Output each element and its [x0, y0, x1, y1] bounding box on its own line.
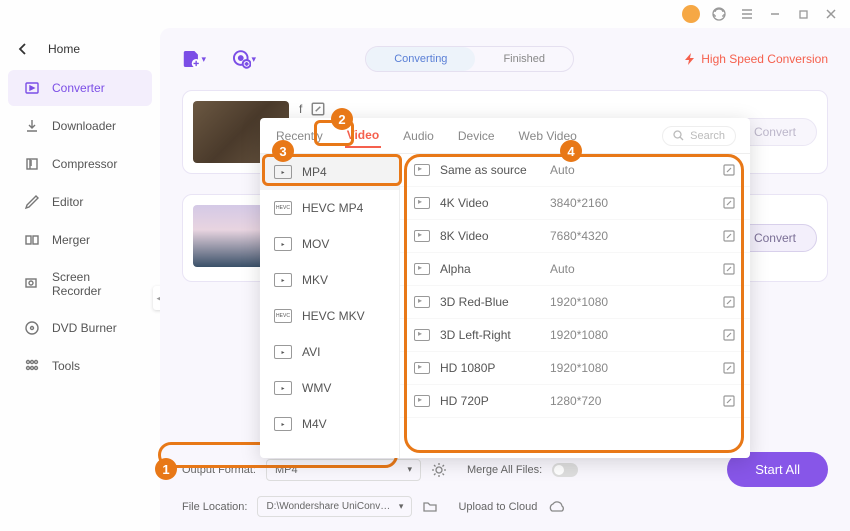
sidebar-item-compressor[interactable]: Compressor — [8, 146, 152, 182]
format-icon: ▸ — [274, 273, 292, 287]
preset-row[interactable]: 3D Left-Right1920*1080 — [400, 319, 750, 352]
format-hevc-mp4[interactable]: HEVCHEVC MP4 — [260, 190, 399, 226]
format-popup: Recently Video Audio Device Web Video Se… — [260, 118, 750, 458]
sidebar-item-screen-recorder[interactable]: Screen Recorder — [8, 260, 152, 308]
format-icon: ▸ — [274, 237, 292, 251]
popup-tab-device[interactable]: Device — [456, 125, 497, 147]
menu-icon[interactable] — [738, 5, 756, 23]
preset-icon — [414, 263, 430, 275]
minimize-button[interactable] — [766, 5, 784, 23]
topbar: ▾ ▾ Converting Finished High Speed Conve… — [182, 46, 828, 72]
preset-icon — [414, 329, 430, 341]
preset-icon — [414, 296, 430, 308]
edit-preset-icon[interactable] — [722, 361, 736, 375]
high-speed-toggle[interactable]: High Speed Conversion — [683, 52, 828, 66]
file-location-select[interactable]: D:\Wondershare UniConverter 1 ▾ — [257, 496, 412, 517]
format-avi[interactable]: ▸AVI — [260, 334, 399, 370]
preset-icon — [414, 230, 430, 242]
folder-icon[interactable] — [422, 499, 438, 515]
marker-3: 3 — [272, 140, 294, 162]
format-icon: HEVC — [274, 309, 292, 323]
output-format-label: Output Format: — [182, 464, 256, 476]
format-mov[interactable]: ▸MOV — [260, 226, 399, 262]
format-hevc-mkv[interactable]: HEVCHEVC MKV — [260, 298, 399, 334]
cloud-icon[interactable] — [547, 500, 565, 514]
output-format-select[interactable]: MP4 ▾ — [266, 459, 421, 481]
preset-row[interactable]: 4K Video3840*2160 — [400, 187, 750, 220]
merger-icon — [24, 232, 40, 248]
preset-row[interactable]: HD 1080P1920*1080 — [400, 352, 750, 385]
recorder-icon — [24, 276, 40, 292]
preset-list: Same as sourceAuto 4K Video3840*2160 8K … — [400, 154, 750, 458]
marker-2: 2 — [331, 108, 353, 130]
status-segment: Converting Finished — [365, 46, 574, 72]
home-back[interactable]: Home — [0, 36, 160, 62]
format-list: ▸MP4 HEVCHEVC MP4 ▸MOV ▸MKV HEVCHEVC MKV… — [260, 154, 400, 458]
sidebar: Home Converter Downloader Compressor Edi… — [0, 28, 160, 531]
edit-preset-icon[interactable] — [722, 394, 736, 408]
format-icon: ▸ — [274, 381, 292, 395]
preset-row[interactable]: 8K Video7680*4320 — [400, 220, 750, 253]
download-icon — [24, 118, 40, 134]
add-file-button[interactable]: ▾ — [182, 47, 206, 71]
edit-preset-icon[interactable] — [722, 295, 736, 309]
format-icon: HEVC — [274, 201, 292, 215]
edit-preset-icon[interactable] — [722, 163, 736, 177]
format-wmv[interactable]: ▸WMV — [260, 370, 399, 406]
marker-4: 4 — [560, 140, 582, 162]
add-dvd-button[interactable]: ▾ — [232, 47, 256, 71]
home-label: Home — [48, 42, 80, 56]
sidebar-item-merger[interactable]: Merger — [8, 222, 152, 258]
edit-name-icon[interactable] — [310, 101, 326, 117]
popup-tab-video[interactable]: Video — [345, 124, 381, 148]
avatar[interactable] — [682, 5, 700, 23]
preset-row[interactable]: 3D Red-Blue1920*1080 — [400, 286, 750, 319]
edit-preset-icon[interactable] — [722, 229, 736, 243]
edit-preset-icon[interactable] — [722, 262, 736, 276]
format-icon: ▸ — [274, 345, 292, 359]
sidebar-item-tools[interactable]: Tools — [8, 348, 152, 384]
sidebar-item-editor[interactable]: Editor — [8, 184, 152, 220]
edit-preset-icon[interactable] — [722, 328, 736, 342]
sidebar-item-dvd-burner[interactable]: DVD Burner — [8, 310, 152, 346]
sidebar-item-converter[interactable]: Converter — [8, 70, 152, 106]
preset-icon — [414, 362, 430, 374]
close-button[interactable] — [822, 5, 840, 23]
compress-icon — [24, 156, 40, 172]
file-location-label: File Location: — [182, 501, 247, 513]
merge-label: Merge All Files: — [467, 464, 542, 476]
tab-converting[interactable]: Converting — [366, 47, 475, 71]
preset-icon — [414, 164, 430, 176]
format-mkv[interactable]: ▸MKV — [260, 262, 399, 298]
editor-icon — [24, 194, 40, 210]
titlebar — [0, 0, 850, 28]
preset-row[interactable]: AlphaAuto — [400, 253, 750, 286]
preset-icon — [414, 395, 430, 407]
upload-label: Upload to Cloud — [458, 501, 537, 513]
preset-icon — [414, 197, 430, 209]
edit-preset-icon[interactable] — [722, 196, 736, 210]
format-icon: ▸ — [274, 417, 292, 431]
popup-tab-audio[interactable]: Audio — [401, 125, 436, 147]
tools-icon — [24, 358, 40, 374]
dvd-icon — [24, 320, 40, 336]
support-icon[interactable] — [710, 5, 728, 23]
maximize-button[interactable] — [794, 5, 812, 23]
format-search[interactable]: Search — [662, 126, 736, 146]
converter-icon — [24, 80, 40, 96]
settings-icon[interactable] — [431, 462, 447, 478]
marker-1: 1 — [155, 458, 177, 480]
tab-finished[interactable]: Finished — [475, 47, 573, 71]
format-m4v[interactable]: ▸M4V — [260, 406, 399, 442]
format-icon: ▸ — [274, 165, 292, 179]
merge-toggle[interactable] — [552, 463, 578, 477]
preset-row[interactable]: HD 720P1280*720 — [400, 385, 750, 418]
sidebar-item-downloader[interactable]: Downloader — [8, 108, 152, 144]
